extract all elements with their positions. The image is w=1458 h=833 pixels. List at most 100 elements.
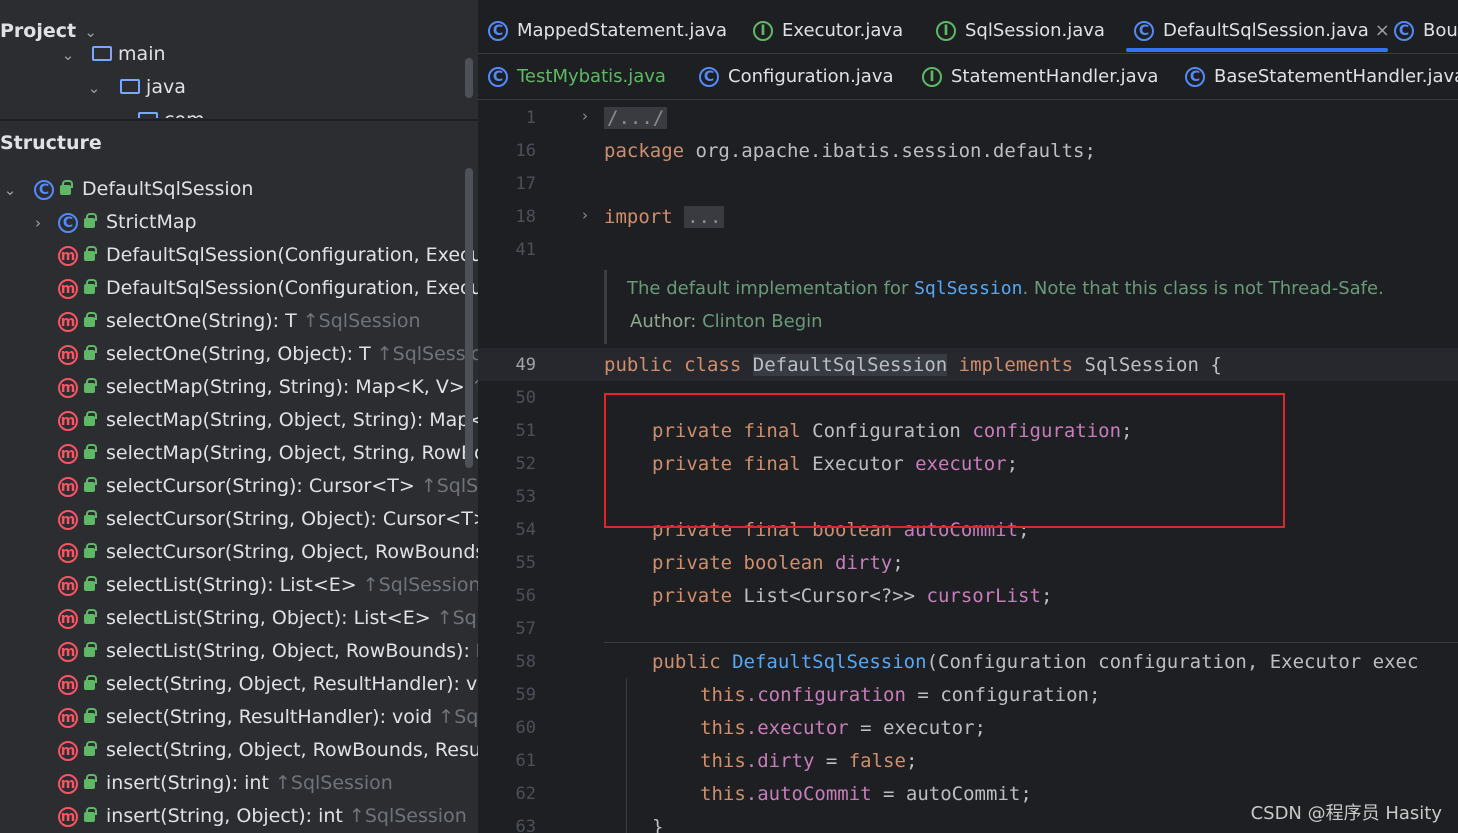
- folder-icon: [92, 46, 113, 61]
- tab-label: Bou: [1423, 20, 1458, 41]
- lock-icon: [84, 576, 97, 591]
- structure-item[interactable]: m selectList(String, Object, RowBounds): …: [58, 635, 478, 668]
- method-icon: m: [58, 675, 78, 695]
- structure-item[interactable]: m selectCursor(String): Cursor<T> ↑SqlSe: [58, 470, 478, 503]
- line-number[interactable]: 54: [478, 520, 536, 540]
- line-number[interactable]: 62: [478, 784, 536, 804]
- tree-item-label: java: [146, 76, 186, 98]
- keyword: private boolean: [652, 552, 824, 574]
- structure-item[interactable]: m selectCursor(String, Object, RowBounds): [58, 536, 478, 569]
- keyword: package: [604, 140, 685, 162]
- tab-executor[interactable]: I Executor.java: [753, 8, 903, 54]
- line-number[interactable]: 57: [478, 619, 536, 639]
- method-icon: m: [58, 246, 78, 266]
- tab-mappedstatement[interactable]: C MappedStatement.java: [488, 8, 727, 54]
- field-ref: .configuration: [745, 684, 906, 706]
- line-number[interactable]: 16: [478, 141, 536, 161]
- folded-header[interactable]: /.../: [604, 107, 668, 129]
- folded-imports[interactable]: ...: [684, 206, 725, 228]
- structure-item[interactable]: m selectOne(String, Object): T ↑SqlSessio: [58, 338, 478, 371]
- structure-item[interactable]: m insert(String, Object): int ↑SqlSession: [58, 800, 467, 833]
- structure-item-label: selectOne(String, Object): T: [106, 343, 371, 365]
- structure-item[interactable]: m selectMap(String, Object, String): Map<…: [58, 404, 478, 437]
- structure-item[interactable]: m selectCursor(String, Object): Cursor<T>: [58, 503, 478, 536]
- chevron-down-icon[interactable]: ⌄: [2, 174, 18, 207]
- lock-icon: [84, 411, 97, 426]
- line-number[interactable]: 55: [478, 553, 536, 573]
- line-number[interactable]: 52: [478, 454, 536, 474]
- structure-item[interactable]: m select(String, Object, ResultHandler): …: [58, 668, 478, 701]
- line-number[interactable]: 41: [478, 240, 536, 260]
- structure-root[interactable]: ⌄ C DefaultSqlSession: [2, 173, 253, 206]
- line-number[interactable]: 61: [478, 751, 536, 771]
- structure-item-label: selectOne(String): T: [106, 310, 297, 332]
- structure-item-label: selectMap(String, Object, String): Map<K: [106, 409, 478, 431]
- line-number[interactable]: 59: [478, 685, 536, 705]
- method-icon: m: [58, 378, 78, 398]
- chevron-right-icon[interactable]: ›: [30, 207, 46, 240]
- close-icon[interactable]: ×: [1375, 20, 1390, 41]
- structure-item-label: selectList(String, Object, RowBounds): L…: [106, 640, 478, 662]
- method-icon: m: [58, 510, 78, 530]
- line-number[interactable]: 58: [478, 652, 536, 672]
- structure-item[interactable]: m select(String, Object, RowBounds, Resul…: [58, 734, 478, 767]
- tree-item-java[interactable]: ⌄ java: [86, 71, 186, 104]
- structure-item-label: DefaultSqlSession(Configuration, Execut: [106, 277, 478, 299]
- structure-item[interactable]: m DefaultSqlSession(Configuration, Execut: [58, 239, 478, 272]
- line-number[interactable]: 49: [478, 355, 536, 375]
- structure-item[interactable]: m selectList(String, Object): List<E> ↑Sq…: [58, 602, 478, 635]
- structure-item[interactable]: mselectMap(String, String): Map<K, V> ↑S: [58, 371, 478, 404]
- fold-expand-icon[interactable]: ›: [582, 206, 588, 224]
- fold-expand-icon[interactable]: ›: [582, 107, 588, 125]
- line-number[interactable]: 56: [478, 586, 536, 606]
- structure-item[interactable]: m DefaultSqlSession(Configuration, Execut: [58, 272, 478, 305]
- tab-basestatementhandler[interactable]: C BaseStatementHandler.java: [1185, 54, 1458, 100]
- lock-icon: [84, 741, 97, 756]
- field-ref: .dirty: [745, 750, 815, 772]
- structure-item[interactable]: m select(String, ResultHandler): void ↑Sq…: [58, 701, 478, 734]
- lock-icon: [84, 642, 97, 657]
- keyword: this: [700, 783, 746, 805]
- chevron-down-icon[interactable]: ⌄: [86, 72, 102, 105]
- chevron-down-icon[interactable]: ⌄: [60, 39, 76, 72]
- keyword: import: [604, 206, 673, 228]
- assignment: =: [814, 750, 849, 772]
- project-scrollbar[interactable]: [465, 58, 473, 98]
- tab-label: TestMybatis.java: [517, 66, 666, 87]
- structure-item-label: select(String, ResultHandler): void: [106, 706, 433, 728]
- line-number[interactable]: 60: [478, 718, 536, 738]
- tree-item-main[interactable]: ⌄ main: [60, 38, 166, 71]
- structure-scrollbar[interactable]: [465, 168, 473, 468]
- structure-item[interactable]: m selectMap(String, Object, String, RowBo…: [58, 437, 478, 470]
- folder-icon: [120, 79, 141, 94]
- structure-item[interactable]: m selectOne(String): T ↑SqlSession: [58, 305, 421, 338]
- folder-icon: [138, 112, 158, 118]
- structure-item[interactable]: m selectList(String): List<E> ↑SqlSession: [58, 569, 478, 602]
- line-number[interactable]: 1: [478, 108, 536, 128]
- tree-item-label: com: [164, 109, 205, 118]
- line-number[interactable]: 51: [478, 421, 536, 441]
- field-name: cursorList: [926, 585, 1041, 607]
- tab-bou[interactable]: C Bou: [1394, 8, 1458, 54]
- structure-item[interactable]: m insert(String): int ↑SqlSession: [58, 767, 393, 800]
- line-number[interactable]: 17: [478, 174, 536, 194]
- structure-item[interactable]: › C StrictMap: [30, 206, 197, 239]
- lock-icon: [84, 543, 97, 558]
- constructor-name: DefaultSqlSession: [732, 651, 927, 673]
- code-line-61: this.dirty = false;: [700, 745, 917, 778]
- tab-sqlsession[interactable]: I SqlSession.java: [936, 8, 1105, 54]
- structure-item-label: select(String, Object, RowBounds, Result: [106, 739, 478, 761]
- tab-bar-row-2: C TestMybatis.java C Configuration.java IS…: [478, 54, 1458, 100]
- line-number[interactable]: 18: [478, 207, 536, 227]
- tab-configuration[interactable]: C Configuration.java: [699, 54, 894, 100]
- line-number[interactable]: 53: [478, 487, 536, 507]
- lock-icon: [84, 609, 97, 624]
- keyword: implements: [958, 354, 1074, 376]
- line-number[interactable]: 50: [478, 388, 536, 408]
- tab-statementhandler[interactable]: I StatementHandler.java: [922, 54, 1158, 100]
- assignment: = executor;: [848, 717, 986, 739]
- tree-item-com[interactable]: com: [112, 104, 205, 118]
- tab-testmybatis[interactable]: C TestMybatis.java: [488, 54, 666, 100]
- line-number[interactable]: 63: [478, 817, 536, 833]
- lock-icon: [84, 279, 97, 294]
